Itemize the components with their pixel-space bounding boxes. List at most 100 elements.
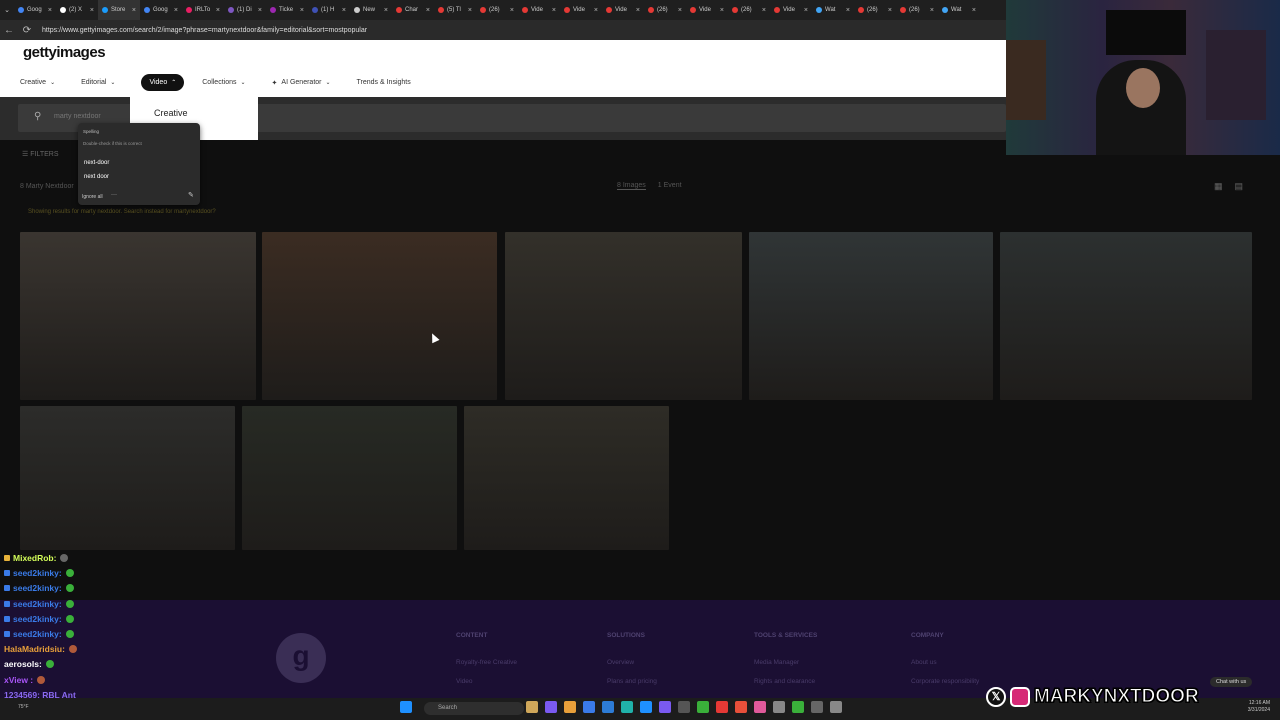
close-tab-icon[interactable]: × <box>636 7 640 14</box>
footer-link[interactable]: Overview <box>607 659 657 666</box>
close-tab-icon[interactable]: × <box>426 7 430 14</box>
taskbar-search[interactable]: Search <box>424 702 524 715</box>
browser-tab[interactable]: (26) × <box>896 0 938 20</box>
nav-item-ai-generator[interactable]: ✦ AI Generator ⌄ <box>272 74 331 91</box>
browser-tab[interactable]: Vide × <box>602 0 644 20</box>
footer-link[interactable]: Rights and clearance <box>754 678 817 685</box>
spelling-suggestion[interactable]: next door <box>84 174 109 180</box>
close-tab-icon[interactable]: × <box>720 7 724 14</box>
taskbar-app-icon[interactable] <box>526 701 538 713</box>
close-tab-icon[interactable]: × <box>174 7 178 14</box>
browser-tab[interactable]: Ticke × <box>266 0 308 20</box>
result-image[interactable] <box>505 232 742 400</box>
ignore-all-button[interactable]: Ignore all <box>82 194 103 200</box>
footer-link[interactable]: Royalty-free Creative <box>456 659 517 666</box>
footer-link[interactable]: Corporate responsibility <box>911 678 979 685</box>
result-image[interactable] <box>464 406 669 550</box>
browser-tab[interactable]: (26) × <box>728 0 770 20</box>
close-tab-icon[interactable]: × <box>468 7 472 14</box>
taskbar-app-icon[interactable] <box>773 701 785 713</box>
close-tab-icon[interactable]: × <box>846 7 850 14</box>
close-tab-icon[interactable]: × <box>90 7 94 14</box>
result-image[interactable] <box>20 232 256 400</box>
nav-item-trends-insights[interactable]: Trends & Insights <box>357 74 411 91</box>
nav-item-creative[interactable]: Creative ⌄ <box>20 74 55 91</box>
close-tab-icon[interactable]: × <box>258 7 262 14</box>
tab-list-chevron-icon[interactable]: ⌄ <box>0 6 14 14</box>
nav-item-collections[interactable]: Collections ⌄ <box>202 74 245 91</box>
back-icon[interactable]: ← <box>0 25 18 36</box>
nav-item-video[interactable]: Video ⌃ <box>141 74 185 91</box>
close-tab-icon[interactable]: × <box>678 7 682 14</box>
taskbar-app-icon[interactable] <box>697 701 709 713</box>
taskbar-app-icon[interactable] <box>602 701 614 713</box>
taskbar-app-icon[interactable] <box>659 701 671 713</box>
close-tab-icon[interactable]: × <box>342 7 346 14</box>
browser-tab[interactable]: Vide × <box>770 0 812 20</box>
result-image[interactable] <box>1000 232 1252 400</box>
result-image[interactable] <box>20 406 235 550</box>
result-image[interactable] <box>262 232 497 400</box>
url-field[interactable]: https://www.gettyimages.com/search/2/ima… <box>42 27 367 34</box>
browser-tab[interactable]: Wat × <box>812 0 854 20</box>
browser-tab[interactable]: Char × <box>392 0 434 20</box>
browser-tab[interactable]: (5) Tl × <box>434 0 476 20</box>
browser-tab[interactable]: IRLTo × <box>182 0 224 20</box>
close-tab-icon[interactable]: × <box>48 7 52 14</box>
footer-link[interactable]: Plans and pricing <box>607 678 657 685</box>
browser-tab[interactable]: (26) × <box>476 0 518 20</box>
browser-tab[interactable]: Vide × <box>686 0 728 20</box>
close-tab-icon[interactable]: × <box>510 7 514 14</box>
footer-link[interactable]: Video <box>456 678 517 685</box>
browser-tab[interactable]: Goog × <box>140 0 182 20</box>
browser-tab[interactable]: Goog × <box>14 0 56 20</box>
close-tab-icon[interactable]: × <box>972 7 976 14</box>
browser-tab[interactable]: (26) × <box>644 0 686 20</box>
close-tab-icon[interactable]: × <box>888 7 892 14</box>
browser-tab[interactable]: (1) Di × <box>224 0 266 20</box>
taskbar-app-icon[interactable] <box>583 701 595 713</box>
dropdown-item-creative[interactable]: Creative <box>154 108 188 118</box>
result-image[interactable] <box>242 406 457 550</box>
taskbar-app-icon[interactable] <box>811 701 823 713</box>
close-tab-icon[interactable]: × <box>930 7 934 14</box>
browser-tab[interactable]: Wat × <box>938 0 980 20</box>
taskbar-app-icon[interactable] <box>545 701 557 713</box>
result-image[interactable] <box>749 232 993 400</box>
filters-button[interactable]: ☰ FILTERS <box>22 150 58 158</box>
close-tab-icon[interactable]: × <box>384 7 388 14</box>
close-tab-icon[interactable]: × <box>552 7 556 14</box>
reload-icon[interactable]: ⟳ <box>18 25 36 36</box>
browser-tab[interactable]: New × <box>350 0 392 20</box>
browser-tab[interactable]: Vide × <box>518 0 560 20</box>
nav-item-editorial[interactable]: Editorial ⌄ <box>81 74 115 91</box>
gettyimages-logo[interactable]: gettyimages <box>23 44 106 61</box>
close-tab-icon[interactable]: × <box>132 7 136 14</box>
browser-tab[interactable]: (1) H × <box>308 0 350 20</box>
weather-widget[interactable]: 75°F <box>18 704 29 710</box>
close-tab-icon[interactable]: × <box>804 7 808 14</box>
search-icon[interactable]: ⚲ <box>34 111 41 122</box>
browser-tab[interactable]: (2) X × <box>56 0 98 20</box>
close-tab-icon[interactable]: × <box>216 7 220 14</box>
spelling-suggestion[interactable]: next-door <box>84 160 109 166</box>
close-tab-icon[interactable]: × <box>762 7 766 14</box>
taskbar-app-icon[interactable] <box>735 701 747 713</box>
taskbar-app-icon[interactable] <box>400 701 412 713</box>
footer-link[interactable]: Media Manager <box>754 659 817 666</box>
taskbar-app-icon[interactable] <box>640 701 652 713</box>
close-tab-icon[interactable]: × <box>300 7 304 14</box>
browser-tab[interactable]: Vide × <box>560 0 602 20</box>
close-tab-icon[interactable]: × <box>594 7 598 14</box>
list-view-icon[interactable]: ▤ <box>1235 181 1244 192</box>
taskbar-app-icon[interactable] <box>564 701 576 713</box>
taskbar-app-icon[interactable] <box>830 701 842 713</box>
more-options-icon[interactable]: ··· <box>111 192 117 198</box>
grid-view-icon[interactable]: ▦ <box>1214 181 1223 192</box>
pen-icon[interactable]: ✎ <box>188 191 194 199</box>
footer-link[interactable]: About us <box>911 659 979 666</box>
tab-images[interactable]: 8 Images <box>617 182 646 190</box>
search-suggestion[interactable]: Showing results for marty nextdoor. Sear… <box>28 209 216 215</box>
tab-events[interactable]: 1 Event <box>658 182 682 190</box>
browser-tab[interactable]: Store × <box>98 0 140 20</box>
